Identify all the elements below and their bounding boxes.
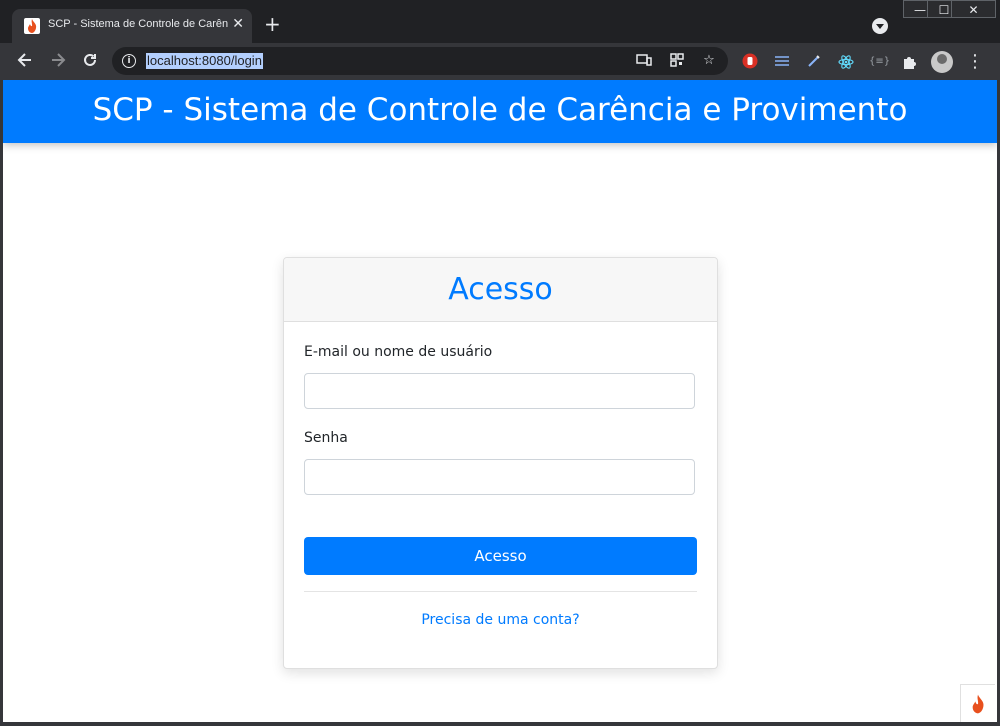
login-card-header: Acesso [284,258,717,322]
extension-braces-icon[interactable]: {≡} [869,54,890,70]
close-window-button[interactable]: ✕ [951,0,996,18]
tab-search-icon[interactable] [872,18,888,34]
address-url[interactable]: localhost:8080/login [146,53,263,69]
browser-menu-icon[interactable]: ⋮ [966,51,984,73]
browser-toolbar: i localhost:8080/login ☆ {≡} ⋮ [0,43,1000,80]
reload-icon[interactable] [79,51,101,73]
bookmark-star-icon[interactable]: ☆ [701,53,717,69]
extension-react-icon[interactable] [838,54,854,70]
cast-icon[interactable] [636,53,652,69]
new-tab-button[interactable]: + [264,14,281,34]
app-header: SCP - Sistema de Controle de Carência e … [3,80,997,143]
email-label: E-mail ou nome de usuário [304,344,493,360]
browser-titlebar: SCP - Sistema de Controle de Carência e … [0,0,1000,43]
browser-tab[interactable]: SCP - Sistema de Controle de Carência e … [12,9,252,43]
tab-close-icon[interactable]: ✕ [232,17,244,31]
extension-list-icon[interactable] [774,54,790,70]
extensions-puzzle-icon[interactable] [901,54,917,70]
favicon-flame-icon [24,18,40,34]
login-card: Acesso E-mail ou nome de usuário Senha A… [283,257,718,669]
password-field[interactable] [304,459,695,495]
register-link[interactable]: Precisa de uma conta? [284,612,717,628]
extension-pen-icon[interactable] [806,54,822,70]
back-icon[interactable] [14,51,36,73]
card-divider [304,591,697,592]
email-field[interactable] [304,373,695,409]
profile-avatar[interactable] [931,51,953,73]
site-info-icon[interactable]: i [122,54,136,68]
address-bar[interactable]: i localhost:8080/login ☆ [112,47,728,75]
password-label: Senha [304,430,348,446]
tab-title: SCP - Sistema de Controle de Carência e … [48,18,228,30]
login-button[interactable]: Acesso [304,537,697,575]
forward-icon[interactable] [47,51,69,73]
qr-code-icon[interactable] [669,53,685,69]
page-viewport: SCP - Sistema de Controle de Carência e … [3,80,997,722]
floating-flame-icon[interactable] [960,684,995,722]
extension-stop-icon[interactable] [742,53,758,69]
login-title: Acesso [448,272,553,307]
app-title: SCP - Sistema de Controle de Carência e … [92,92,908,128]
